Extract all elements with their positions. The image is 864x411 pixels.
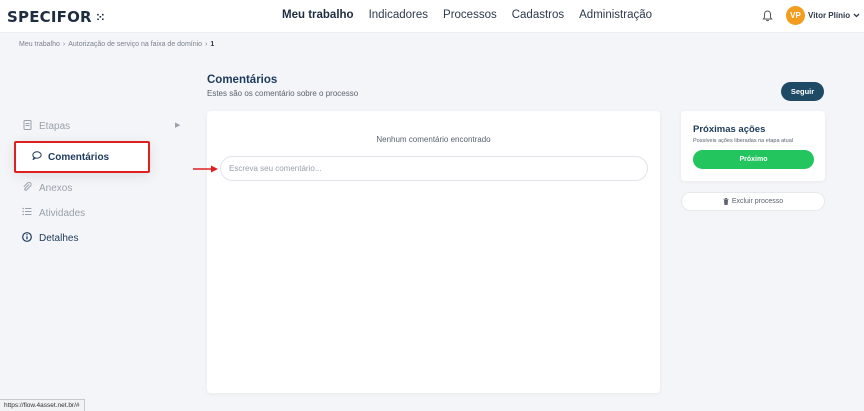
nav-meu-trabalho[interactable]: Meu trabalho — [282, 9, 354, 21]
sidebar-item-anexos[interactable]: Anexos — [22, 181, 73, 195]
main-nav: Meu trabalho Indicadores Processos Cadas… — [282, 9, 652, 21]
breadcrumb-item-meu-trabalho[interactable]: Meu trabalho — [19, 41, 60, 48]
page-title: Comentários — [207, 74, 278, 86]
bell-icon[interactable] — [762, 10, 774, 22]
chevron-down-icon — [853, 13, 860, 18]
sidebar-item-detalhes[interactable]: Detalhes — [22, 232, 78, 245]
sidebar-item-label: Etapas — [39, 121, 71, 132]
sidebar-item-atividades[interactable]: Atividades — [22, 207, 85, 219]
logo-text: SPECIFOR — [7, 8, 92, 26]
app-logo[interactable]: SPECIFOR ⁙ — [7, 8, 105, 26]
info-icon — [22, 232, 32, 245]
next-button[interactable]: Próximo — [693, 150, 814, 169]
sidebar-item-label: Detalhes — [39, 233, 79, 244]
paperclip-icon — [22, 181, 32, 195]
comment-input[interactable] — [220, 156, 648, 181]
sidebar-item-etapas[interactable]: Etapas — [22, 120, 70, 133]
next-actions-panel: Próximas ações Possíveis ações liberadas… — [681, 111, 825, 181]
empty-comments-message: Nenhum comentário encontrado — [376, 135, 491, 144]
breadcrumb-item-current: 1 — [210, 41, 215, 48]
follow-button[interactable]: Seguir — [781, 82, 824, 101]
delete-process-label: Excluir processo — [731, 198, 784, 205]
avatar[interactable]: VP — [786, 6, 805, 25]
sidebar-item-label: Atividades — [39, 207, 86, 219]
nav-administracao[interactable]: Administração — [579, 9, 652, 21]
breadcrumb-item-process[interactable]: Autorização de serviço na faixa de domín… — [68, 41, 202, 48]
document-icon — [22, 120, 32, 133]
top-navigation-bar: SPECIFOR ⁙ Meu trabalho Indicadores Proc… — [0, 0, 864, 33]
user-menu[interactable]: Vitor Plínio — [808, 11, 860, 20]
annotation-arrow-icon — [193, 165, 218, 173]
nav-cadastros[interactable]: Cadastros — [512, 9, 564, 21]
list-icon — [22, 207, 32, 219]
comments-card: Nenhum comentário encontrado — [207, 111, 660, 393]
next-actions-subtitle: Possíveis ações liberadas na etapa atual — [693, 138, 793, 144]
sidebar-item-comentarios[interactable]: Comentários — [14, 141, 150, 173]
logo-dots-icon: ⁙ — [95, 10, 105, 24]
sidebar-item-label: Anexos — [39, 183, 73, 194]
nav-processos[interactable]: Processos — [443, 9, 497, 21]
chevron-right-icon[interactable]: ▶ — [175, 121, 180, 129]
chat-bubble-icon — [32, 151, 42, 163]
user-name: Vitor Plínio — [808, 11, 851, 20]
page-subtitle: Estes são os comentário sobre o processo — [207, 89, 359, 98]
breadcrumb: Meu trabalho › Autorização de serviço na f… — [19, 41, 215, 48]
sidebar-item-label: Comentários — [48, 151, 110, 163]
delete-process-button[interactable]: Excluir processo — [681, 192, 825, 211]
trash-icon — [723, 198, 729, 205]
nav-indicadores[interactable]: Indicadores — [369, 9, 428, 21]
link-status-bar: https://flow.4asset.net.br/# — [0, 399, 85, 411]
next-actions-title: Próximas ações — [693, 124, 766, 135]
